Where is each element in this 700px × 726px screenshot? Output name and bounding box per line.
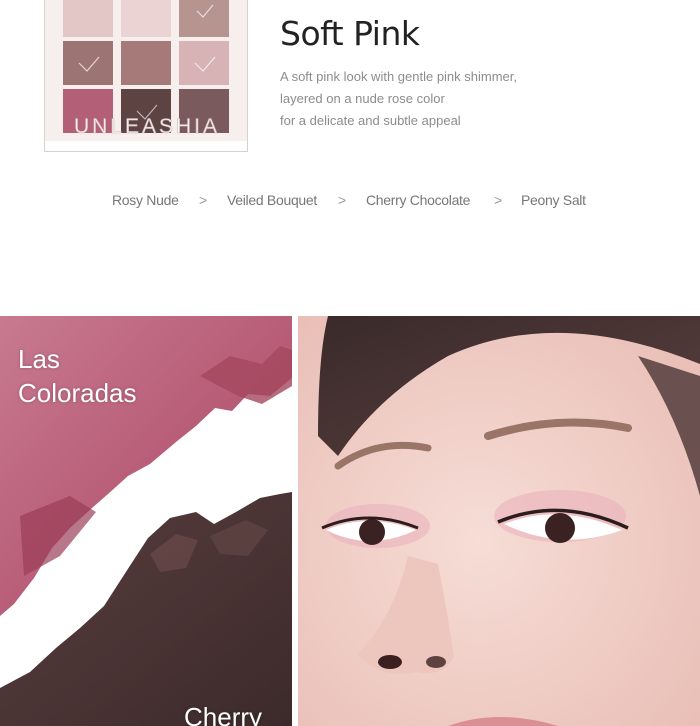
chevron-right-icon: > — [338, 192, 347, 208]
palette-pan — [121, 0, 171, 37]
shade-title: Soft Pink — [280, 14, 420, 53]
chevron-right-icon: > — [494, 192, 503, 208]
palette-base — [45, 141, 247, 151]
model-photo — [298, 316, 700, 726]
shade-navigation: Rosy Nude > Veiled Bouquet > Cherry Choc… — [0, 192, 700, 214]
eyeshadow-palette-image: UNLEASHIA — [44, 0, 248, 152]
shade-description: A soft pink look with gentle pink shimme… — [280, 66, 600, 132]
chevron-right-icon: > — [199, 192, 208, 208]
shade-link-peony-salt[interactable]: Peony Salt — [521, 192, 586, 208]
description-line: for a delicate and subtle appeal — [280, 113, 461, 128]
palette-pan — [63, 0, 113, 37]
swatch-label-bottom: Cherry — [184, 702, 263, 726]
description-line: layered on a nude rose color — [280, 91, 445, 106]
brand-logo: UNLEASHIA — [73, 115, 221, 139]
swatch-label-top-line1: Las — [18, 344, 60, 374]
shade-link-rosy-nude[interactable]: Rosy Nude — [112, 192, 179, 208]
model-face-illustration — [298, 316, 700, 726]
palette-pan — [63, 41, 113, 85]
shade-link-veiled-bouquet[interactable]: Veiled Bouquet — [227, 192, 317, 208]
palette-pan — [121, 41, 171, 85]
palette-pan — [179, 41, 229, 85]
description-line: A soft pink look with gentle pink shimme… — [280, 69, 518, 84]
swatch-label-top-line2: Coloradas — [18, 378, 137, 408]
palette-pan — [179, 0, 229, 37]
swatch-photo: Las Coloradas Cherry — [0, 316, 292, 726]
shade-link-cherry-chocolate[interactable]: Cherry Chocolate — [366, 192, 470, 208]
